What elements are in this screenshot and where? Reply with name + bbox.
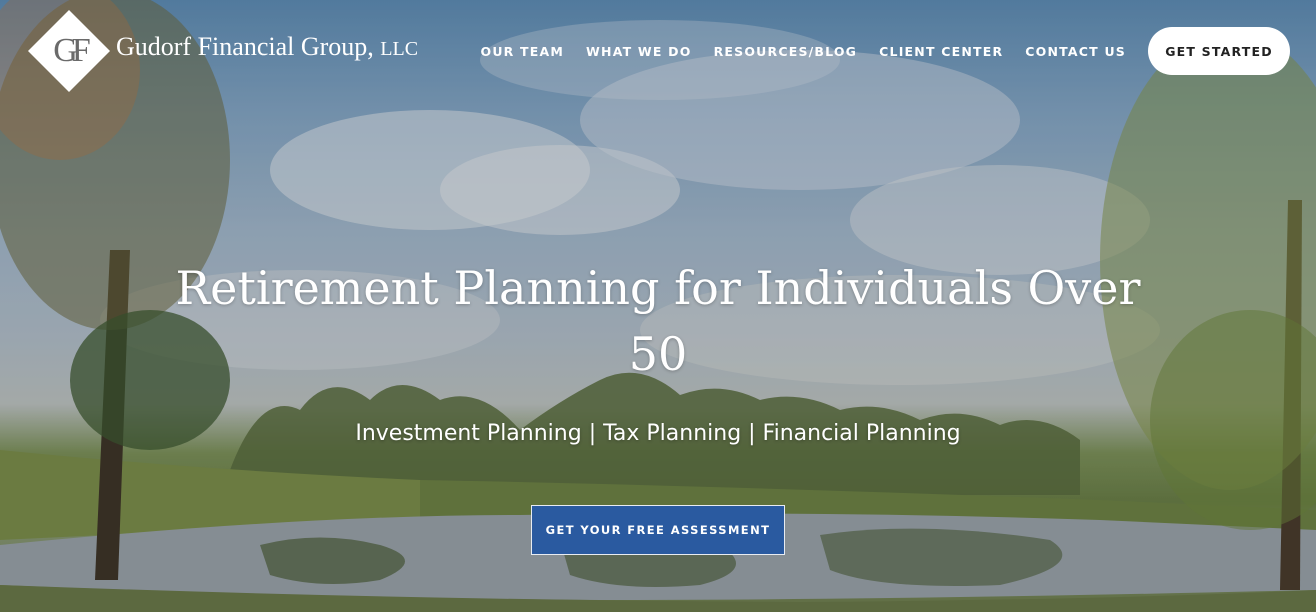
free-assessment-button[interactable]: GET YOUR FREE ASSESSMENT — [531, 505, 785, 555]
site-header: GF Gudorf Financial Group, LLC OUR TEAM … — [0, 0, 1316, 100]
brand-logo[interactable]: GF Gudorf Financial Group, LLC — [27, 9, 418, 93]
logo-mark: GF — [27, 9, 111, 93]
hero-subtitle: Investment Planning | Tax Planning | Fin… — [355, 421, 961, 446]
nav-item-what-we-do[interactable]: WHAT WE DO — [586, 44, 692, 59]
main-nav: OUR TEAM WHAT WE DO RESOURCES/BLOG CLIEN… — [459, 27, 1290, 75]
get-started-button[interactable]: GET STARTED — [1148, 27, 1290, 75]
nav-item-resources-blog[interactable]: RESOURCES/BLOG — [714, 44, 858, 59]
brand-name: Gudorf Financial Group, LLC — [116, 32, 418, 62]
logo-monogram: GF — [53, 32, 90, 69]
nav-item-our-team[interactable]: OUR TEAM — [481, 44, 565, 59]
brand-name-text: Gudorf Financial Group, — [116, 32, 374, 61]
hero-title: Retirement Planning for Individuals Over… — [175, 261, 1141, 381]
nav-item-client-center[interactable]: CLIENT CENTER — [879, 44, 1003, 59]
hero-content: Retirement Planning for Individuals Over… — [0, 255, 1316, 446]
nav-item-contact-us[interactable]: CONTACT US — [1025, 44, 1126, 59]
brand-suffix: LLC — [380, 38, 419, 60]
